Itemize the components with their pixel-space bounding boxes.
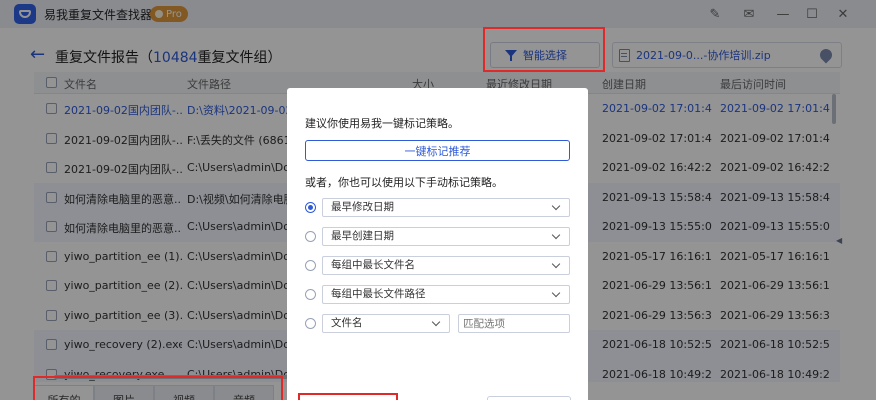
- highlight-tabs: [33, 376, 283, 400]
- radio-longest-name[interactable]: [305, 260, 316, 271]
- chevron-down-icon: [551, 288, 561, 298]
- one-click-recommend-button[interactable]: 一键标记推荐: [305, 140, 570, 161]
- strategy-option-earliest-created: 最早创建日期: [305, 227, 570, 246]
- strategy-option-longest-name: 每组中最长文件名: [305, 256, 570, 275]
- match-option-input[interactable]: [458, 314, 570, 333]
- select-longest-name[interactable]: 每组中最长文件名: [322, 256, 570, 275]
- select-earliest-created[interactable]: 最早创建日期: [322, 227, 570, 246]
- radio-earliest-created[interactable]: [305, 231, 316, 242]
- dialog-cancel-button[interactable]: [487, 396, 571, 400]
- dialog-manual-hint: 或者，你也可以使用以下手动标记策略。: [305, 176, 503, 189]
- radio-name-match[interactable]: [305, 318, 316, 329]
- dialog-intro: 建议你使用易我一键标记策略。: [305, 117, 459, 130]
- select-longest-path-label: 每组中最长文件路径: [331, 288, 426, 300]
- chevron-down-icon: [551, 230, 561, 240]
- select-earliest-modified-label: 最早修改日期: [331, 201, 394, 213]
- strategy-option-earliest-modified: 最早修改日期: [305, 198, 570, 217]
- strategy-option-name-match: 文件名: [305, 314, 570, 333]
- chevron-down-icon: [431, 317, 441, 327]
- select-earliest-created-label: 最早创建日期: [331, 230, 394, 242]
- chevron-down-icon: [551, 201, 561, 211]
- highlight-smart-select: [483, 27, 605, 72]
- select-longest-name-label: 每组中最长文件名: [331, 259, 415, 271]
- highlight-confirm-button: [298, 393, 398, 400]
- strategy-option-longest-path: 每组中最长文件路径: [305, 285, 570, 304]
- marking-strategy-dialog: 建议你使用易我一键标记策略。 一键标记推荐 或者，你也可以使用以下手动标记策略。…: [287, 88, 588, 400]
- radio-longest-path[interactable]: [305, 289, 316, 300]
- radio-earliest-modified[interactable]: [305, 202, 316, 213]
- select-name-field-label: 文件名: [331, 317, 363, 329]
- chevron-down-icon: [551, 259, 561, 269]
- select-longest-path[interactable]: 每组中最长文件路径: [322, 285, 570, 304]
- select-earliest-modified[interactable]: 最早修改日期: [322, 198, 570, 217]
- select-name-field[interactable]: 文件名: [322, 314, 450, 333]
